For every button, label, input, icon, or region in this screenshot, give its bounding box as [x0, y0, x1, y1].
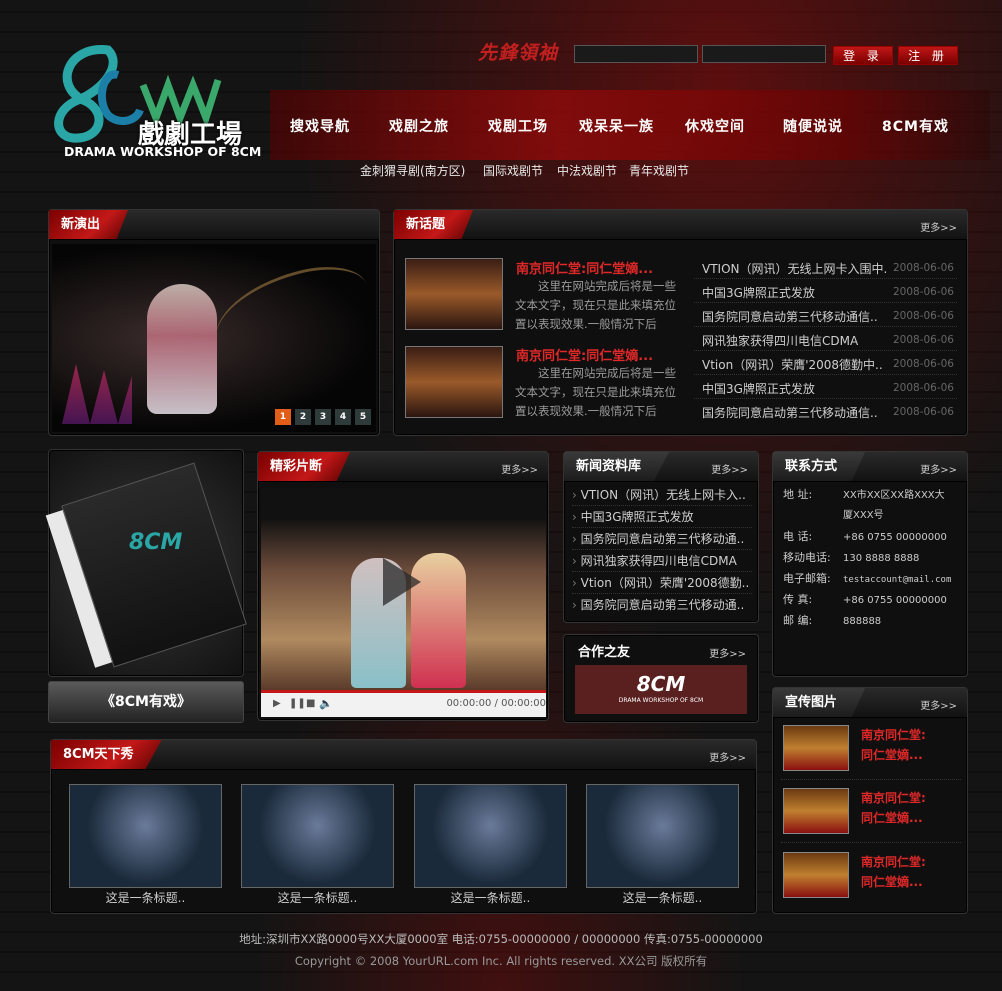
more-link[interactable]: 更多>>	[920, 697, 957, 712]
slide-pager[interactable]: 4	[335, 409, 351, 425]
stop-icon[interactable]: ■	[306, 698, 315, 709]
site-logo[interactable]: 戲劇工場 DRAMA WORKSHOP OF 8CM	[48, 30, 270, 165]
list-item[interactable]: 国务院同意启动第三代移动通信.. 2008-06-06	[694, 303, 957, 327]
subnav-item[interactable]: 金刺猬寻剧(南方区)	[360, 162, 465, 179]
video-time: 00:00:00 / 00:00:00	[446, 698, 546, 709]
page: 戲劇工場 DRAMA WORKSHOP OF 8CM 先鋒領袖 登 录 注 册 …	[0, 0, 1002, 991]
play-small-icon[interactable]: ▶	[273, 698, 281, 709]
list-item[interactable]: VTION（网讯）无线上网卡入围中.. 2008-06-06	[694, 255, 957, 279]
logo-caption: DRAMA WORKSHOP OF 8CM	[64, 144, 262, 159]
photo-item[interactable]: 南京同仁堂: 同仁堂嫡...	[781, 722, 961, 780]
more-link[interactable]: 更多>>	[711, 461, 748, 476]
showcase-thumbnail[interactable]	[586, 784, 739, 888]
list-item[interactable]: 网讯独家获得四川电信CDMA 2008-06-06	[694, 327, 957, 351]
news-list: › VTION（网讯）无线上网卡入.. › 中国3G牌照正式发放 › 国务院同意…	[572, 484, 752, 616]
video-player[interactable]	[261, 488, 546, 690]
panel-title: 联系方式	[773, 452, 866, 481]
slogan: 先鋒領袖	[478, 42, 559, 64]
list-item[interactable]: › Vtion（网讯）荣膺'2008德勤..	[572, 572, 752, 594]
footer-address: 地址:深圳市XX路0000号XX大厦0000室 电话:0755-00000000…	[239, 932, 763, 946]
panel-title: 8CM天下秀	[51, 740, 162, 769]
subnav-item[interactable]: 中法戏剧节	[557, 162, 617, 179]
subnav-item[interactable]: 青年戏剧节	[629, 162, 689, 179]
volume-icon[interactable]: 🔈	[319, 697, 333, 710]
panel-title: 宣传图片	[773, 688, 866, 717]
pause-icon[interactable]: ❚❚	[289, 698, 306, 709]
list-item[interactable]: 中国3G牌照正式发放 2008-06-06	[694, 375, 957, 399]
panel-title: 合作之友	[578, 645, 631, 660]
more-link[interactable]: 更多>>	[920, 219, 957, 234]
more-link[interactable]: 更多>>	[709, 645, 746, 660]
list-item[interactable]: Vtion（网讯）荣膺'2008德勤中.. 2008-06-06	[694, 351, 957, 375]
more-link[interactable]: 更多>>	[709, 749, 746, 764]
topic-thumbnail[interactable]	[405, 258, 503, 330]
video-controls: ▶ ❚❚ ■ 🔈 00:00:00 / 00:00:00	[261, 693, 546, 717]
slide-pager[interactable]: 3	[315, 409, 331, 425]
partner-logo[interactable]: 8CM DRAMA WORKSHOP OF 8CM	[575, 665, 747, 714]
footer-copyright: Copyright © 2008 YourURL.com Inc. All ri…	[294, 954, 708, 968]
username-input[interactable]	[574, 45, 698, 63]
list-item[interactable]: › 中国3G牌照正式发放	[572, 506, 752, 528]
topic-desc: 这里在网站完成后将是一些文本文字，现在只是此来填充位置以表现效果.一般情况下后	[515, 279, 676, 331]
topic-list: VTION（网讯）无线上网卡入围中.. 2008-06-06 中国3G牌照正式发放…	[694, 255, 957, 423]
contact-list: 地 址: XX市XX区XX路XXX大 厦XXX号 电 话: +86 0755 000…	[783, 488, 952, 627]
cd-logo: 8CM	[129, 530, 183, 555]
password-input[interactable]	[702, 45, 826, 63]
register-button[interactable]: 注 册	[898, 46, 958, 65]
showcase-panel: 8CM天下秀 更多>> 这是一条标题.. 这是一条标题.. 这是一条标题.. 这…	[50, 739, 757, 914]
showcase-caption[interactable]: 这是一条标题..	[414, 889, 567, 906]
topic-desc: 这里在网站完成后将是一些文本文字，现在只是此来填充位置以表现效果.一般情况下后	[515, 366, 676, 418]
slide-pager[interactable]: 1	[275, 409, 291, 425]
nav-item[interactable]: 8CM有戏	[882, 116, 949, 136]
promo-button[interactable]: 《8CM有戏》	[48, 681, 244, 723]
showcase-thumbnail[interactable]	[241, 784, 394, 888]
new-topic-panel: 新话题 更多>> 南京同仁堂:同仁堂嫡... 这里在网站完成后将是一些文本文字，…	[393, 209, 968, 436]
more-link[interactable]: 更多>>	[501, 461, 538, 476]
clips-panel: 精彩片断 更多>> ▶ ❚❚ ■ 🔈 00:00:00 / 00:00:00	[257, 451, 549, 721]
new-show-panel: 新演出 1 2 3 4 5	[48, 209, 380, 436]
slide-pager[interactable]: 2	[295, 409, 311, 425]
nav-item[interactable]: 休戏空间	[685, 116, 745, 136]
more-link[interactable]: 更多>>	[920, 461, 957, 476]
nav-item[interactable]: 戏剧之旅	[389, 116, 449, 136]
list-item[interactable]: 国务院同意启动第三代移动通信.. 2008-06-06	[694, 399, 957, 423]
showcase-thumbnail[interactable]	[69, 784, 222, 888]
showcase-caption[interactable]: 这是一条标题..	[241, 889, 394, 906]
showcase-thumbnail[interactable]	[414, 784, 567, 888]
topic-title[interactable]: 南京同仁堂:同仁堂嫡...	[516, 258, 653, 277]
photo-item[interactable]: 南京同仁堂: 同仁堂嫡...	[781, 849, 961, 907]
photos-panel: 宣传图片 更多>> 南京同仁堂: 同仁堂嫡... 南京同仁堂: 同仁堂嫡... …	[772, 687, 968, 914]
list-item[interactable]: › 国务院同意启动第三代移动通..	[572, 594, 752, 616]
list-item[interactable]: 中国3G牌照正式发放 2008-06-06	[694, 279, 957, 303]
login-button[interactable]: 登 录	[833, 46, 893, 65]
slide-pager[interactable]: 5	[355, 409, 371, 425]
topic-title[interactable]: 南京同仁堂:同仁堂嫡...	[516, 345, 653, 364]
topic-thumbnail[interactable]	[405, 346, 503, 418]
photo-item[interactable]: 南京同仁堂: 同仁堂嫡...	[781, 785, 961, 843]
panel-title: 新闻资料库	[564, 452, 670, 481]
panel-title: 新演出	[49, 210, 129, 239]
list-item[interactable]: › 国务院同意启动第三代移动通..	[572, 528, 752, 550]
subnav-item[interactable]: 国际戏剧节	[483, 162, 543, 179]
nav-item[interactable]: 戏剧工场	[488, 116, 548, 136]
panel-title: 精彩片断	[258, 452, 351, 481]
showcase-caption[interactable]: 这是一条标题..	[586, 889, 739, 906]
list-item[interactable]: › 网讯独家获得四川电信CDMA	[572, 550, 752, 572]
play-icon[interactable]	[383, 558, 421, 606]
nav-item[interactable]: 随便说说	[783, 116, 843, 136]
news-panel: 新闻资料库 更多>> › VTION（网讯）无线上网卡入.. › 中国3G牌照正…	[563, 451, 759, 623]
promo-cover[interactable]: 8CM	[45, 449, 247, 677]
list-item[interactable]: › VTION（网讯）无线上网卡入..	[572, 484, 752, 506]
nav-item[interactable]: 搜戏导航	[290, 116, 350, 136]
nav-item[interactable]: 戏呆呆一族	[579, 116, 654, 136]
partners-panel: 合作之友 更多>> 8CM DRAMA WORKSHOP OF 8CM	[563, 634, 759, 723]
contact-panel: 联系方式 更多>> 地 址: XX市XX区XX路XXX大 厦XXX号 电 话: +8…	[772, 451, 968, 677]
panel-title: 新话题	[394, 210, 474, 239]
feature-image[interactable]	[52, 244, 380, 432]
showcase-caption[interactable]: 这是一条标题..	[69, 889, 222, 906]
